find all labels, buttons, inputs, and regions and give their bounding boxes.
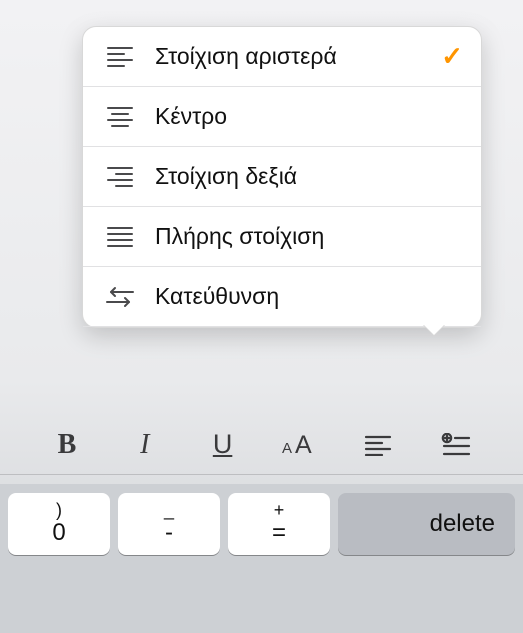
key-lower: = [272,519,286,548]
menu-item-align-left[interactable]: Στοίχιση αριστερά ✓ [83,27,481,87]
insert-button[interactable] [433,422,479,468]
menu-item-label: Στοίχιση αριστερά [155,43,441,70]
menu-item-label: Κατεύθυνση [155,283,463,310]
text-size-icon: A A [282,432,318,458]
italic-button[interactable]: I [122,422,168,468]
align-justify-icon [105,222,135,252]
format-toolbar: B I U A A [0,415,523,475]
svg-text:A: A [282,440,292,457]
bold-button[interactable]: B [44,422,90,468]
key-upper: _ [164,501,174,519]
key-label: delete [430,510,495,538]
menu-item-align-right[interactable]: Στοίχιση δεξιά [83,147,481,207]
menu-item-direction[interactable]: Κατεύθυνση [83,267,481,327]
menu-item-label: Κέντρο [155,103,463,130]
key-lower: - [165,519,173,548]
menu-item-label: Πλήρης στοίχιση [155,223,463,250]
alignment-popover: Στοίχιση αριστερά ✓ Κέντρο Στοίχιση δεξι… [82,26,482,328]
text-size-button[interactable]: A A [277,422,323,468]
key-equals[interactable]: + = [228,493,330,555]
align-right-icon [105,162,135,192]
menu-item-align-justify[interactable]: Πλήρης στοίχιση [83,207,481,267]
align-left-icon [364,434,392,456]
popover-arrow [423,326,445,337]
align-center-icon [105,102,135,132]
svg-text:A: A [295,432,312,458]
paragraph-align-button[interactable] [355,422,401,468]
align-left-icon [105,42,135,72]
list-plus-icon [441,433,471,457]
check-icon: ✓ [441,41,463,72]
key-upper: ) [56,501,62,519]
menu-item-label: Στοίχιση δεξιά [155,163,463,190]
key-0[interactable]: ) 0 [8,493,110,555]
keyboard-faded-area [0,564,523,633]
key-delete[interactable]: delete [338,493,515,555]
key-upper: + [274,501,285,519]
direction-icon [105,282,135,312]
key-minus[interactable]: _ - [118,493,220,555]
key-lower: 0 [52,519,65,548]
menu-item-align-center[interactable]: Κέντρο [83,87,481,147]
keyboard-row: ) 0 _ - + = delete [0,484,523,564]
underline-button[interactable]: U [200,422,246,468]
